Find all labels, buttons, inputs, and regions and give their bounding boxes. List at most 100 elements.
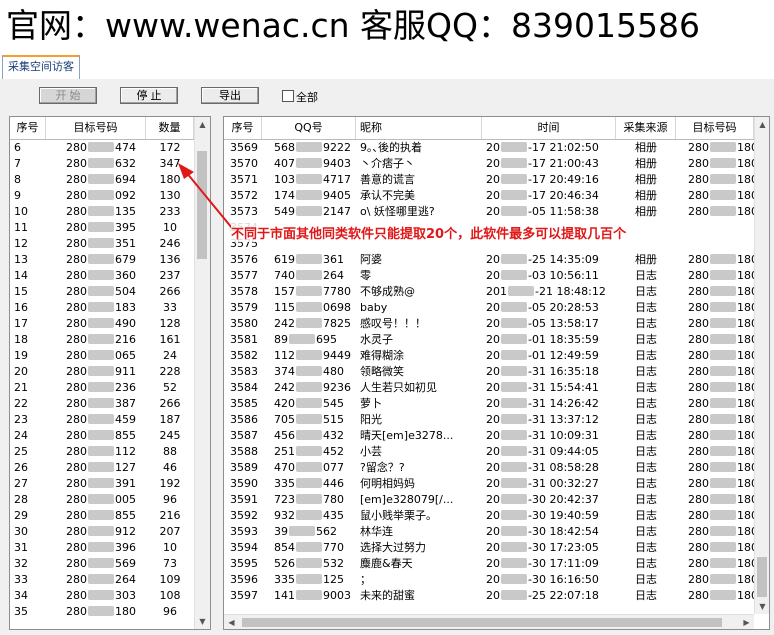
redacted-mask xyxy=(501,398,527,408)
redacted-mask xyxy=(501,366,527,376)
scroll-up-icon[interactable]: ▲ xyxy=(755,117,769,132)
cell-time: 20 -31 10:09:31 xyxy=(486,429,599,442)
cell-time: 20 -17 20:46:34 xyxy=(486,189,599,202)
visitor-table: 序号 QQ号 昵称 时间 采集来源 目标号码 3569 568 9222 9｡､後的执… xyxy=(223,116,770,630)
redacted-mask xyxy=(501,574,527,584)
redacted-mask xyxy=(501,254,527,264)
select-all-label: 全部 xyxy=(296,91,318,104)
cell-count: 228 xyxy=(159,365,181,378)
cell-target-number: 280180 xyxy=(66,605,136,618)
cell-target-number: 280180 xyxy=(688,141,754,154)
cell-source: 相册 xyxy=(635,157,657,170)
redacted-mask xyxy=(289,334,315,344)
cell-nickname: 林华连 xyxy=(360,525,393,538)
cell-qq: 141 9003 xyxy=(274,589,351,602)
cell-index: 3570 xyxy=(230,157,258,170)
cell-time: 20 -30 20:42:37 xyxy=(486,493,599,506)
cell-index: 27 xyxy=(14,477,28,490)
redacted-mask xyxy=(88,574,114,584)
scroll-left-icon[interactable]: ◀ xyxy=(224,615,239,629)
redacted-mask xyxy=(501,430,527,440)
cell-index: 8 xyxy=(14,173,21,186)
scroll-thumb[interactable] xyxy=(757,557,767,597)
cell-count: 130 xyxy=(159,189,181,202)
redacted-mask xyxy=(710,286,736,296)
cell-index: 6 xyxy=(14,141,21,154)
redacted-mask xyxy=(710,190,736,200)
col-header-source[interactable]: 采集来源 xyxy=(616,117,676,139)
col-header-target[interactable]: 目标号码 xyxy=(46,117,146,139)
banner-title: 官网：www.wenac.cn 客服QQ：839015586 xyxy=(0,0,774,52)
cell-time: 20 -17 21:02:50 xyxy=(486,141,599,154)
cell-source: 日志 xyxy=(635,445,657,458)
export-button[interactable]: 导出 xyxy=(201,87,259,104)
redacted-mask xyxy=(296,590,322,600)
cell-target-number: 280 065 xyxy=(66,349,136,362)
cell-index: 9 xyxy=(14,189,21,202)
redacted-mask xyxy=(710,574,736,584)
cell-index: 32 xyxy=(14,557,28,570)
cell-count: 10 xyxy=(163,221,177,234)
redacted-mask xyxy=(710,478,736,488)
cell-qq: 174 9405 xyxy=(274,189,351,202)
col-header-nickname[interactable]: 昵称 xyxy=(356,117,482,139)
right-horizontal-scrollbar[interactable]: ◀ ▶ xyxy=(224,614,754,629)
cell-count: 216 xyxy=(159,509,181,522)
cell-source: 日志 xyxy=(635,525,657,538)
cell-index: 19 xyxy=(14,349,28,362)
scroll-up-icon[interactable]: ▲ xyxy=(195,117,210,132)
cell-index: 16 xyxy=(14,301,28,314)
cell-index: 3595 xyxy=(230,557,258,570)
right-vertical-scrollbar[interactable]: ▲ ▼ xyxy=(754,117,769,614)
scroll-thumb[interactable] xyxy=(197,151,207,259)
scroll-right-icon[interactable]: ▶ xyxy=(739,615,754,629)
redacted-mask xyxy=(710,174,736,184)
redacted-mask xyxy=(296,302,322,312)
redacted-mask xyxy=(710,318,736,328)
cell-qq: 549 2147 xyxy=(274,205,351,218)
stop-button[interactable]: 停 止 xyxy=(120,87,178,104)
redacted-mask xyxy=(88,286,114,296)
cell-count: 136 xyxy=(159,253,181,266)
cell-qq: 456 432 xyxy=(274,429,344,442)
start-button[interactable]: 开 始 xyxy=(39,87,97,104)
cell-target-number: 280180 xyxy=(688,429,754,442)
col-header-index[interactable]: 序号 xyxy=(224,117,262,139)
redacted-mask xyxy=(501,270,527,280)
left-vertical-scrollbar[interactable]: ▲ ▼ xyxy=(194,117,210,629)
redacted-mask xyxy=(296,366,322,376)
cell-target-number: 280180 xyxy=(688,477,754,490)
redacted-mask xyxy=(710,526,736,536)
col-header-time[interactable]: 时间 xyxy=(482,117,616,139)
redacted-mask xyxy=(88,494,114,504)
tab-collect-visitors[interactable]: 采集空间访客 xyxy=(2,55,80,79)
cell-index: 3582 xyxy=(230,349,258,362)
redacted-mask xyxy=(296,254,322,264)
cell-source: 日志 xyxy=(635,413,657,426)
cell-source: 日志 xyxy=(635,557,657,570)
scroll-down-icon[interactable]: ▼ xyxy=(755,599,769,614)
cell-source: 相册 xyxy=(635,173,657,186)
hscroll-thumb[interactable] xyxy=(242,618,722,627)
cell-index: 3573 xyxy=(230,205,258,218)
cell-target-number: 280 569 xyxy=(66,557,136,570)
col-header-target[interactable]: 目标号码 xyxy=(676,117,754,139)
tab-label: 采集空间访客 xyxy=(8,60,74,73)
redacted-mask xyxy=(710,254,736,264)
cell-target-number: 280180 xyxy=(688,269,754,282)
redacted-mask xyxy=(710,462,736,472)
select-all-checkbox[interactable]: 全部 xyxy=(282,90,318,106)
cell-qq: 932 435 xyxy=(274,509,344,522)
cell-nickname: 萝卜 xyxy=(360,397,382,410)
col-header-qq[interactable]: QQ号 xyxy=(262,117,356,139)
redacted-mask xyxy=(88,254,114,264)
cell-count: 233 xyxy=(159,205,181,218)
col-header-index[interactable]: 序号 xyxy=(10,117,46,139)
col-header-count[interactable]: 数量 xyxy=(146,117,194,139)
cell-count: 24 xyxy=(163,349,177,362)
scroll-down-icon[interactable]: ▼ xyxy=(195,614,210,629)
cell-index: 25 xyxy=(14,445,28,458)
redacted-mask xyxy=(501,494,527,504)
checkbox-box[interactable] xyxy=(282,90,294,102)
cell-qq: 854 770 xyxy=(274,541,344,554)
